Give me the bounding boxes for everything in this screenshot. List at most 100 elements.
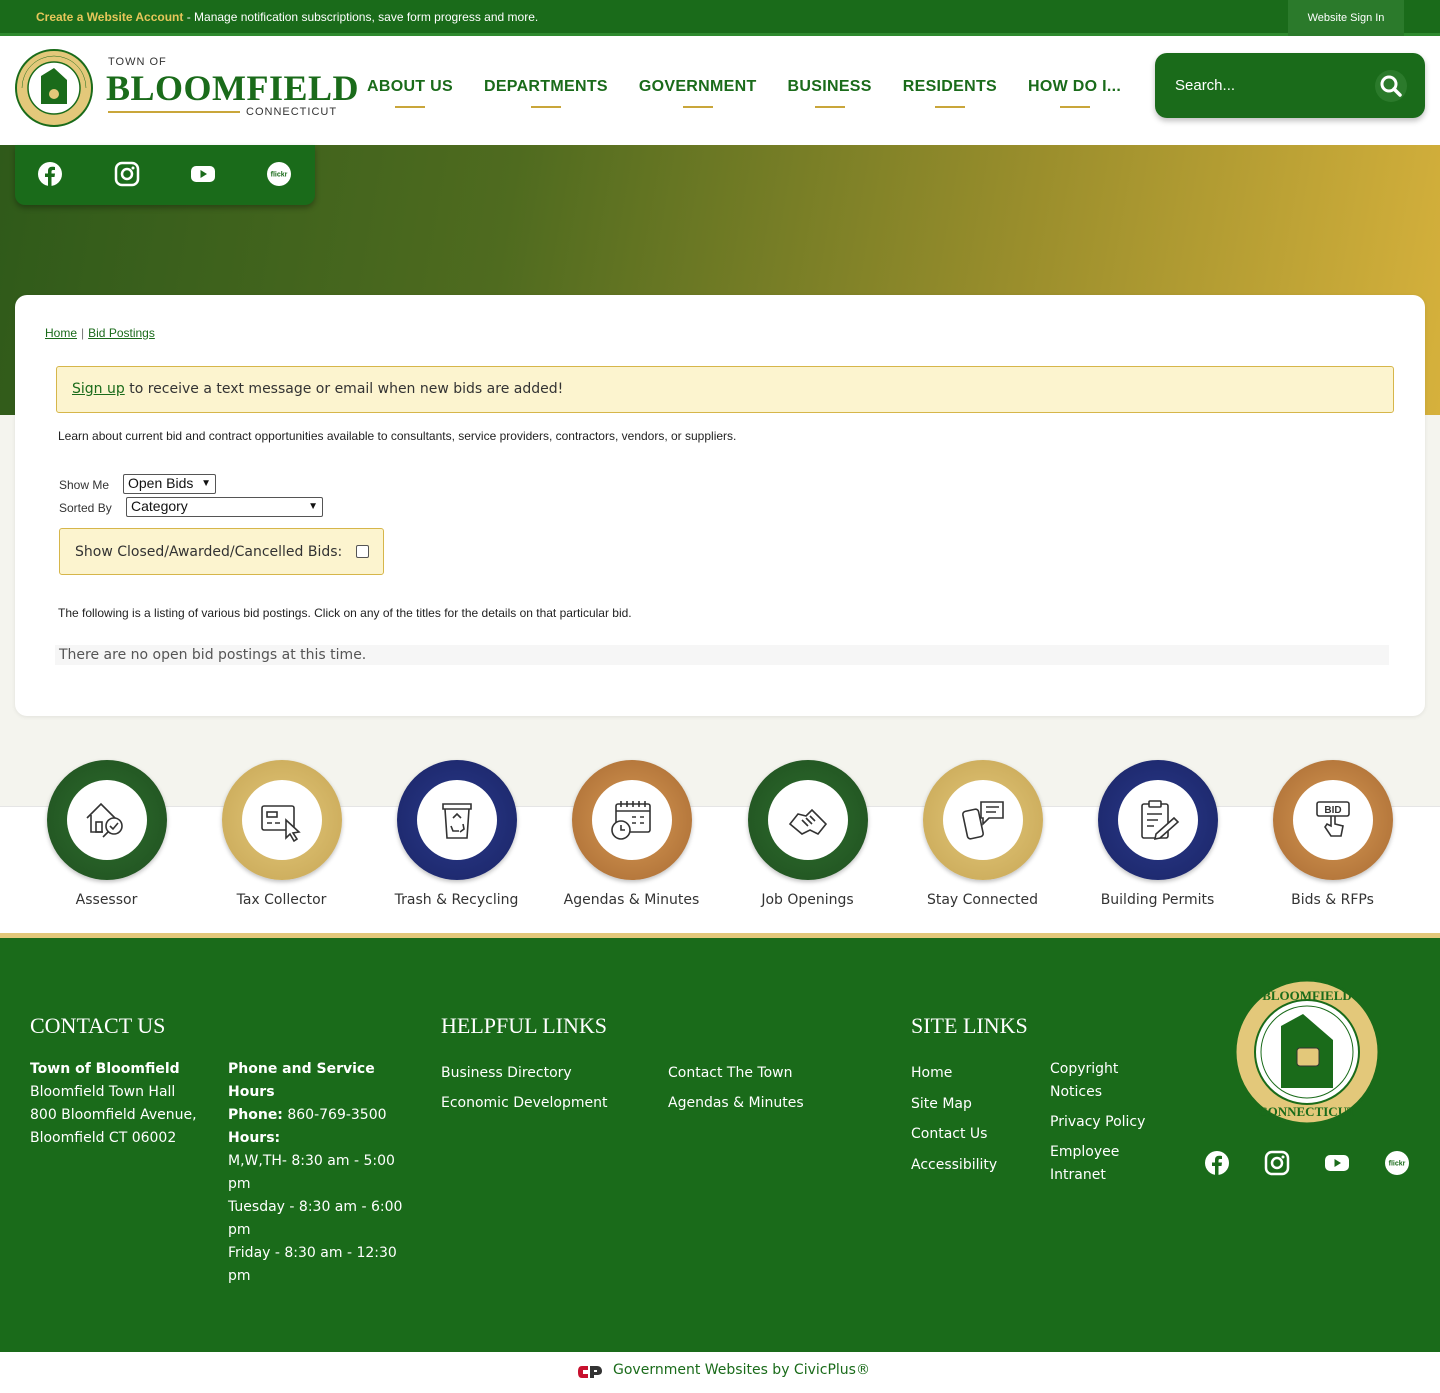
address-line-1: Bloomfield Town Hall xyxy=(30,1084,176,1100)
facebook-icon[interactable] xyxy=(37,161,63,187)
quick-link-ring xyxy=(221,760,342,880)
civicplus-link[interactable]: Government Websites by CivicPlus® xyxy=(613,1362,870,1378)
quick-link-label: Assessor xyxy=(75,892,138,908)
nav-departments[interactable]: DEPARTMENTS xyxy=(484,78,608,96)
youtube-icon[interactable] xyxy=(190,161,216,187)
instagram-icon[interactable] xyxy=(114,161,140,187)
quick-link-agendas-minutes[interactable]: Agendas & Minutes xyxy=(544,760,719,908)
hours-line-2: Tuesday - 8:30 am - 6:00 pm xyxy=(228,1199,403,1238)
brand-divider xyxy=(108,111,240,113)
address-line-2: 800 Bloomfield Avenue, xyxy=(30,1107,197,1123)
quick-link-assessor[interactable]: Assessor xyxy=(19,760,194,908)
nav-residents[interactable]: RESIDENTS xyxy=(903,78,997,96)
clipboard-pen-icon xyxy=(1140,800,1179,841)
signup-link[interactable]: Sign up xyxy=(72,381,125,397)
flickr-icon[interactable]: flickr xyxy=(1384,1150,1410,1176)
listing-note: The following is a listing of various bi… xyxy=(58,606,632,620)
search-icon[interactable] xyxy=(1375,70,1407,102)
instagram-icon[interactable] xyxy=(1264,1150,1290,1176)
search-input[interactable] xyxy=(1175,73,1365,97)
quick-link-ring xyxy=(571,760,692,880)
nav-about-us[interactable]: ABOUT US xyxy=(367,78,453,96)
hours-line-1: M,W,TH- 8:30 am - 5:00 pm xyxy=(228,1153,395,1192)
link-business-directory[interactable]: Business Directory xyxy=(441,1065,572,1081)
hours-line-3: Friday - 8:30 am - 12:30 pm xyxy=(228,1245,397,1284)
link-employee-intranet[interactable]: Employee Intranet xyxy=(1050,1141,1160,1187)
main-nav: ABOUT US DEPARTMENTS GOVERNMENT BUSINESS… xyxy=(367,78,1152,96)
show-me-select[interactable]: Open Bids ▼ xyxy=(123,474,216,494)
phone-label: Phone: xyxy=(228,1107,283,1123)
town-seal-logo[interactable] xyxy=(14,48,94,128)
quick-link-ring xyxy=(922,760,1043,880)
breadcrumb-home[interactable]: Home xyxy=(45,326,77,340)
breadcrumb-bid-postings[interactable]: Bid Postings xyxy=(88,326,155,340)
svg-text:flickr: flickr xyxy=(1389,1161,1406,1168)
quick-link-label: Job Openings xyxy=(761,892,854,908)
org-name: Town of Bloomfield xyxy=(30,1061,180,1077)
closed-bids-checkbox[interactable] xyxy=(356,545,369,558)
link-contact-us[interactable]: Contact Us xyxy=(911,1126,987,1142)
quick-link-label: Agendas & Minutes xyxy=(563,892,700,908)
quick-link-tax-collector[interactable]: Tax Collector xyxy=(194,760,369,908)
flickr-icon[interactable]: flickr xyxy=(266,161,292,187)
quick-link-stay-connected[interactable]: Stay Connected xyxy=(895,760,1070,908)
link-site-map[interactable]: Site Map xyxy=(911,1096,972,1112)
link-privacy-policy[interactable]: Privacy Policy xyxy=(1050,1111,1160,1134)
quick-link-label: Stay Connected xyxy=(926,892,1039,908)
quick-link-ring xyxy=(747,760,868,880)
breadcrumb-separator: | xyxy=(81,326,85,340)
no-results-text: There are no open bid postings at this t… xyxy=(59,647,367,663)
quick-link-trash-recycling[interactable]: Trash & Recycling xyxy=(369,760,544,908)
create-account-link[interactable]: Create a Website Account xyxy=(36,10,183,24)
site-footer: CONTACT US Town of Bloomfield Bloomfield… xyxy=(0,933,1440,1352)
town-seal-logo: BLOOMFIELD CONNECTICUT xyxy=(1233,978,1381,1126)
card-cursor-icon xyxy=(260,805,301,843)
sorted-by-label: Sorted By xyxy=(59,501,112,515)
phone-chat-icon xyxy=(961,801,1004,840)
quick-link-ring xyxy=(46,760,167,880)
link-economic-development[interactable]: Economic Development xyxy=(441,1095,607,1111)
link-home[interactable]: Home xyxy=(911,1065,952,1081)
svg-text:CONNECTICUT: CONNECTICUT xyxy=(1258,1104,1356,1119)
show-me-label: Show Me xyxy=(59,478,110,492)
contact-hours: Phone and Service Hours Phone: 860-769-3… xyxy=(228,1058,408,1288)
quick-link-label: Building Permits xyxy=(1100,892,1215,908)
youtube-icon[interactable] xyxy=(1324,1150,1350,1176)
quick-link-ring xyxy=(396,760,517,880)
quick-link-building-permits[interactable]: Building Permits xyxy=(1070,760,1245,908)
sorted-by-select[interactable]: Category ▼ xyxy=(126,497,323,517)
link-accessibility[interactable]: Accessibility xyxy=(911,1157,997,1173)
civicplus-bar: Government Websites by CivicPlus® xyxy=(0,1352,1440,1393)
social-bar: flickr xyxy=(15,145,315,205)
nav-business[interactable]: BUSINESS xyxy=(788,78,872,96)
link-copyright-notices[interactable]: Copyright Notices xyxy=(1050,1058,1160,1104)
quick-link-bids-rfps[interactable]: BID Bids & RFPs xyxy=(1245,760,1420,908)
top-bar: Create a Website Account - Manage notifi… xyxy=(0,0,1440,36)
hours-label: Hours: xyxy=(228,1130,281,1146)
phone-number[interactable]: 860-769-3500 xyxy=(283,1107,386,1123)
quick-link-ring: BID xyxy=(1272,760,1393,880)
civicplus-logo-icon xyxy=(578,1366,602,1378)
quick-link-job-openings[interactable]: Job Openings xyxy=(720,760,895,908)
brand-state: CONNECTICUT xyxy=(246,106,338,118)
quick-link-label: Tax Collector xyxy=(236,892,327,908)
sign-in-button[interactable]: Website Sign In xyxy=(1288,0,1404,36)
link-agendas-minutes[interactable]: Agendas & Minutes xyxy=(668,1095,804,1111)
nav-government[interactable]: GOVERNMENT xyxy=(639,78,757,96)
nav-how-do-i[interactable]: HOW DO I... xyxy=(1028,78,1121,96)
link-contact-the-town[interactable]: Contact The Town xyxy=(668,1065,792,1081)
chevron-down-icon: ▼ xyxy=(201,478,211,489)
contact-address: Town of Bloomfield Bloomfield Town Hall … xyxy=(30,1058,210,1150)
helpful-links-heading: HELPFUL LINKS xyxy=(441,1013,608,1038)
content-card: Home | Bid Postings Sign up to receive a t… xyxy=(15,295,1425,716)
account-message: Create a Website Account - Manage notifi… xyxy=(36,10,538,24)
signup-alert-text: to receive a text message or email when … xyxy=(124,381,564,397)
svg-text:BLOOMFIELD: BLOOMFIELD xyxy=(1262,988,1352,1003)
facebook-icon[interactable] xyxy=(1204,1150,1230,1176)
quick-link-ring xyxy=(1097,760,1218,880)
site-header: TOWN OF BLOOMFIELD CONNECTICUT ABOUT US … xyxy=(0,36,1440,145)
quick-link-label: Trash & Recycling xyxy=(394,892,519,908)
brand-name[interactable]: BLOOMFIELD xyxy=(106,67,359,109)
house-magnifier-icon xyxy=(85,802,123,838)
search-box xyxy=(1155,53,1425,118)
